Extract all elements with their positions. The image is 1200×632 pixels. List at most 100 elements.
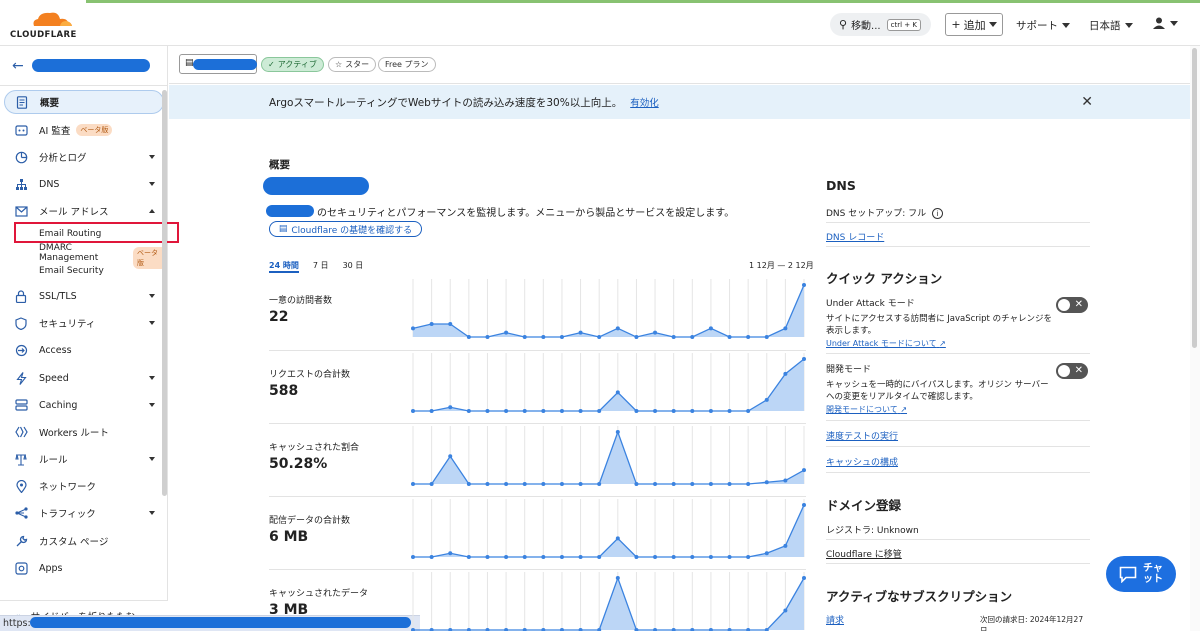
dev-mode-toggle[interactable]: ✕ bbox=[1056, 363, 1088, 379]
data-point bbox=[671, 555, 676, 559]
cached-data-chart bbox=[411, 572, 806, 631]
add-button[interactable]: + 追加 bbox=[945, 13, 1003, 36]
user-menu[interactable] bbox=[1152, 16, 1178, 30]
data-point bbox=[578, 330, 583, 335]
sidebar-subitem-dmarc[interactable]: DMARC Management bbox=[39, 243, 98, 263]
sidebar-scrollbar[interactable] bbox=[162, 90, 167, 496]
data-point bbox=[559, 555, 564, 559]
speed-test-link[interactable]: 速度テストの実行 bbox=[826, 429, 898, 442]
chat-button[interactable]: チャ ット bbox=[1106, 556, 1176, 592]
data-point bbox=[653, 330, 658, 335]
metric-value: 3 MB bbox=[269, 602, 309, 618]
sidebar-item-access[interactable]: Access bbox=[4, 338, 164, 362]
data-point bbox=[634, 555, 639, 559]
data-point bbox=[559, 409, 564, 413]
sidebar-item-dns[interactable]: DNS bbox=[4, 172, 164, 196]
data-point bbox=[466, 409, 471, 413]
cloudflare-logo[interactable]: CLOUDFLARE bbox=[10, 10, 82, 40]
divider bbox=[826, 222, 1090, 223]
sidebar-item-rules[interactable]: ルール bbox=[4, 447, 164, 471]
data-point bbox=[690, 335, 695, 339]
sidebar-item-label: ルール bbox=[39, 455, 68, 466]
workers-icon bbox=[14, 425, 28, 439]
chevron-up-icon bbox=[149, 209, 155, 213]
dns-setup-text: DNS セットアップ: フル bbox=[826, 209, 927, 219]
loading-bar bbox=[86, 0, 1200, 3]
sidebar-item-label: Access bbox=[39, 344, 72, 356]
plan-label: Free プラン bbox=[385, 60, 429, 69]
status-url-prefix: https: bbox=[3, 618, 31, 629]
next-billing-date: 次回の請求日: 2024年12月27日 bbox=[980, 615, 1084, 631]
metric-bandwidth[interactable]: 配信データの合計数 6 MB bbox=[269, 496, 806, 569]
cache-config-link[interactable]: キャッシュの構成 bbox=[826, 455, 898, 468]
enable-link[interactable]: 有効化 bbox=[630, 95, 659, 109]
chevron-down-icon bbox=[149, 321, 155, 325]
star-icon: ☆ bbox=[335, 60, 343, 69]
sidebar-item-analytics[interactable]: 分析とログ bbox=[4, 145, 164, 169]
banner-text: ArgoスマートルーティングでWebサイトの読み込み速度を30%以上向上。 bbox=[269, 96, 623, 109]
under-attack-link-text: Under Attack モードについて bbox=[826, 339, 937, 348]
star-button[interactable]: ☆ スター bbox=[328, 57, 377, 72]
check-icon: ✓ bbox=[268, 60, 275, 69]
sidebar-item-label: 分析とログ bbox=[39, 153, 87, 164]
sidebar-subitem-email-security[interactable]: Email Security bbox=[39, 266, 104, 276]
sidebar-item-network[interactable]: ネットワーク bbox=[4, 474, 164, 498]
language-menu[interactable]: 日本語 bbox=[1089, 18, 1133, 33]
divider bbox=[826, 446, 1090, 447]
data-point bbox=[578, 482, 583, 486]
billing-link[interactable]: 請求 bbox=[826, 613, 844, 626]
data-point bbox=[448, 454, 453, 459]
learn-basics-button[interactable]: ▤ Cloudflare の基礎を確認する bbox=[269, 221, 422, 237]
dev-mode-title: 開発モード bbox=[826, 365, 872, 375]
transfer-link[interactable]: Cloudflare に移管 bbox=[826, 547, 902, 560]
sidebar-item-caching[interactable]: Caching bbox=[4, 393, 164, 417]
plan-badge[interactable]: Free プラン bbox=[378, 57, 436, 72]
sidebar-item-label: セキュリティ bbox=[39, 319, 96, 330]
chevron-down-icon bbox=[1170, 20, 1178, 26]
metric-cached-data[interactable]: キャッシュされたデータ 3 MB bbox=[269, 569, 806, 631]
x-icon: ✕ bbox=[1074, 365, 1083, 376]
tab-7d[interactable]: 7 日 bbox=[313, 260, 329, 273]
tab-24h[interactable]: 24 時間 bbox=[269, 260, 299, 273]
chat-label-line1: チャ bbox=[1143, 563, 1163, 574]
tab-30d[interactable]: 30 日 bbox=[343, 260, 364, 273]
metric-label: 一意の訪問者数 bbox=[269, 296, 333, 306]
metric-requests[interactable]: リクエストの合計数 588 bbox=[269, 350, 806, 423]
sidebar-item-label: DNS bbox=[39, 178, 60, 190]
sidebar-item-ssl[interactable]: SSL/TLS bbox=[4, 284, 164, 308]
info-icon[interactable]: i bbox=[932, 208, 944, 219]
sidebar-item-overview[interactable]: 概要 bbox=[4, 90, 164, 114]
sidebar-item-email[interactable]: メール アドレス bbox=[4, 199, 164, 223]
highlight-annotation bbox=[14, 222, 179, 243]
main-content: 概要 のセキュリティとパフォーマンスを監視します。メニューから製品とサービスを設… bbox=[169, 120, 1190, 631]
search-button[interactable]: ⚲ 移動... ctrl + K bbox=[830, 13, 931, 36]
dns-records-link[interactable]: DNS レコード bbox=[826, 230, 884, 243]
sidebar-item-security[interactable]: セキュリティ bbox=[4, 311, 164, 335]
sidebar-item-label: Workers ルート bbox=[39, 428, 109, 439]
shield-icon bbox=[14, 316, 28, 330]
under-attack-link[interactable]: Under Attack モードについて ↗ bbox=[826, 338, 946, 349]
metric-visitors[interactable]: 一意の訪問者数 22 bbox=[269, 277, 806, 350]
sidebar-item-traffic[interactable]: トラフィック bbox=[4, 501, 164, 525]
sidebar-item-speed[interactable]: Speed bbox=[4, 366, 164, 390]
series-area bbox=[413, 359, 804, 411]
under-attack-toggle[interactable]: ✕ bbox=[1056, 297, 1088, 313]
scrollbar-thumb[interactable] bbox=[1192, 48, 1197, 348]
metric-cache-ratio[interactable]: キャッシュされた割合 50.28% bbox=[269, 423, 806, 496]
back-arrow-icon[interactable]: ← bbox=[12, 58, 24, 74]
external-link-icon: ↗ bbox=[900, 405, 908, 414]
support-menu[interactable]: サポート bbox=[1016, 18, 1070, 33]
close-icon[interactable]: ✕ bbox=[1081, 94, 1093, 110]
dev-mode-desc-1: キャッシュを一時的にバイパスします。オリジン サーバー bbox=[826, 380, 1049, 390]
dev-mode-link[interactable]: 開発モードについて ↗ bbox=[826, 404, 907, 415]
page-scrollbar[interactable] bbox=[1190, 46, 1200, 631]
data-point bbox=[504, 409, 509, 413]
sidebar-item-apps[interactable]: Apps bbox=[4, 556, 164, 580]
sidebar-header: ← bbox=[0, 46, 168, 86]
data-point bbox=[411, 482, 415, 486]
sidebar-item-custom-pages[interactable]: カスタム ページ bbox=[4, 529, 164, 553]
data-point bbox=[522, 482, 527, 486]
sidebar-item-ai-audit[interactable]: AI 監査 ベータ版 bbox=[4, 118, 164, 142]
sidebar-item-workers[interactable]: Workers ルート bbox=[4, 420, 164, 444]
page-description: のセキュリティとパフォーマンスを監視します。メニューから製品とサービスを設定しま… bbox=[317, 208, 735, 219]
